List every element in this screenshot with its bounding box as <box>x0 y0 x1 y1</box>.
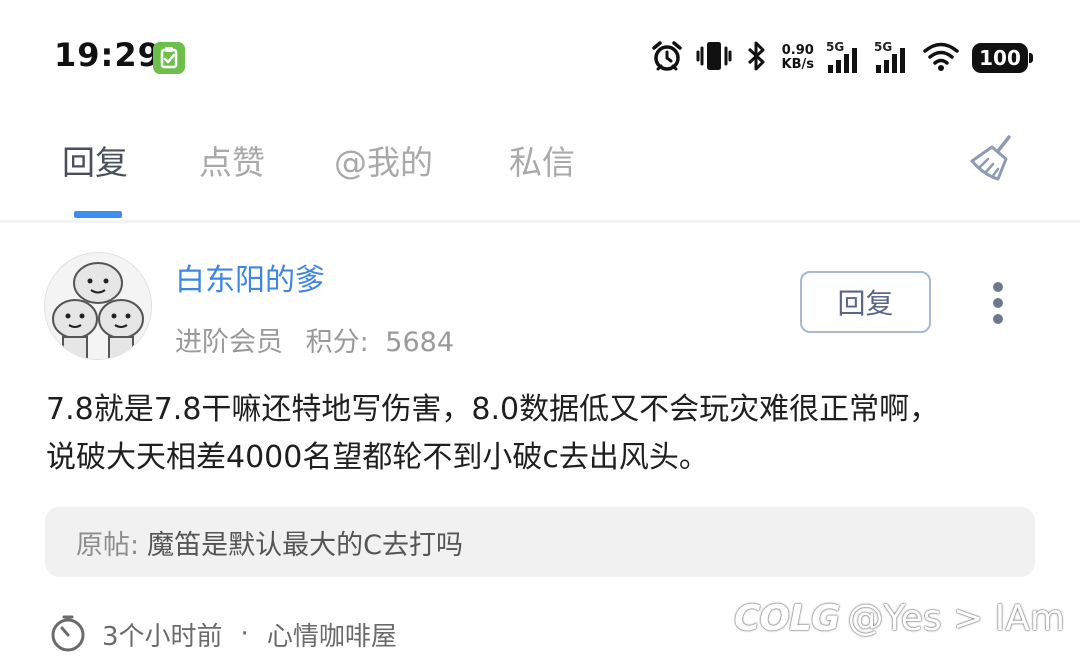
tab-messages[interactable]: 私信 <box>509 136 575 184</box>
net-speed-unit: KB/s <box>781 57 814 72</box>
reply-content-line: 说破大天相差4000名望都轮不到小破c去出风头。 <box>46 440 709 475</box>
reply-content: 7.8就是7.8干嘛还特地写伤害，8.0数据低又不会玩灾难很正常啊， 说破大天相… <box>46 386 1036 482</box>
original-post-quote[interactable]: 原帖: 魔笛是默认最大的C去打吗 <box>45 507 1035 577</box>
watermark-logo: COLG <box>734 597 841 639</box>
active-tab-indicator <box>74 211 122 218</box>
alarm-icon <box>650 39 684 77</box>
wifi-icon <box>922 40 960 76</box>
notification-tabs: 回复 点赞 @我的 私信 <box>0 115 1080 220</box>
tabs-divider <box>0 220 1080 223</box>
watermark: COLG @Yes > IAm <box>734 596 1065 640</box>
points-value: 5684 <box>385 327 455 358</box>
quote-text: 魔笛是默认最大的C去打吗 <box>147 529 463 561</box>
avatar[interactable] <box>44 252 152 360</box>
more-options-icon[interactable] <box>984 278 1012 328</box>
tab-replies[interactable]: 回复 <box>62 136 128 184</box>
tab-likes[interactable]: 点赞 <box>199 136 265 184</box>
net-speed-value: 0.90 <box>781 43 814 58</box>
app-notification-icon <box>153 42 185 74</box>
user-level: 进阶会员 <box>175 327 283 358</box>
quote-label: 原帖: <box>76 529 140 561</box>
signal-icon-2: 5G <box>874 41 910 75</box>
clear-broom-icon[interactable] <box>964 131 1020 187</box>
status-bar: 19:29 0.90 KB/s 5G 5G 100 <box>0 0 1080 115</box>
reply-footer: 3个小时前 · 心情咖啡屋 <box>48 612 397 656</box>
user-meta: 进阶会员 积分: 5684 <box>175 320 454 359</box>
clock-icon <box>48 614 88 654</box>
footer-separator: · <box>240 619 249 649</box>
bluetooth-icon <box>744 39 770 77</box>
points-label: 积分: <box>305 327 369 358</box>
status-time: 19:29 <box>54 36 161 74</box>
time-ago: 3个小时前 <box>102 621 223 652</box>
notification-screen: 19:29 0.90 KB/s 5G 5G 100 回复 点赞 @我的 私信 白… <box>0 0 1080 658</box>
signal-icon: 5G <box>826 41 862 75</box>
watermark-text: @Yes > IAm <box>847 597 1065 639</box>
reply-content-line: 7.8就是7.8干嘛还特地写伤害，8.0数据低又不会玩灾难很正常啊， <box>46 392 940 427</box>
forum-name[interactable]: 心情咖啡屋 <box>267 616 397 653</box>
reply-button[interactable]: 回复 <box>800 271 931 333</box>
username[interactable]: 白东阳的爹 <box>175 255 325 299</box>
network-speed: 0.90 KB/s <box>782 44 814 72</box>
status-icons: 0.90 KB/s 5G 5G 100 <box>650 38 1033 78</box>
battery-icon: 100 <box>972 43 1033 73</box>
tab-mentions[interactable]: @我的 <box>334 136 433 184</box>
vibrate-icon <box>696 39 732 77</box>
